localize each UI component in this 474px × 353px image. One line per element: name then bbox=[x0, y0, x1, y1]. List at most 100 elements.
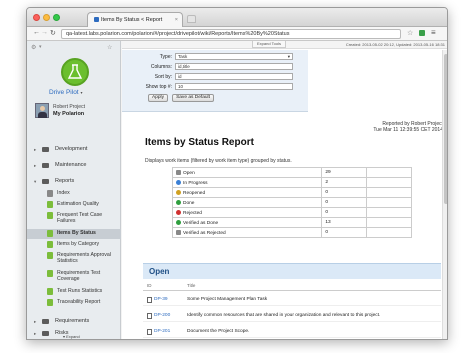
status-label: Verified as Rejected bbox=[183, 230, 226, 236]
status-label: In Progress bbox=[183, 180, 208, 186]
dropdown-arrow-icon[interactable]: ▾ bbox=[39, 44, 42, 50]
close-window-button[interactable] bbox=[33, 14, 40, 21]
project-logo-icon bbox=[61, 58, 89, 86]
apply-button[interactable]: Apply bbox=[148, 94, 168, 102]
pin-icon[interactable]: ☆ bbox=[107, 44, 112, 51]
page-title: Items by Status Report bbox=[145, 137, 254, 148]
sidebar-item-development[interactable]: ▸ Development bbox=[27, 145, 121, 155]
status-row[interactable]: In Progress 2 bbox=[171, 177, 412, 188]
sidebar-item-label: Requirements bbox=[55, 318, 90, 324]
address-bar[interactable]: qa-latest.labs.polarion.com/polarion/#/p… bbox=[61, 29, 401, 39]
forward-icon[interactable]: → bbox=[41, 29, 48, 36]
favicon-icon bbox=[94, 17, 99, 22]
sidebar-item-reports[interactable]: ▾ Reports bbox=[27, 177, 121, 187]
status-row[interactable]: Rejected 0 bbox=[171, 207, 412, 218]
minimize-window-button[interactable] bbox=[43, 14, 50, 21]
sidebar-page-label: Requirements Test Coverage bbox=[57, 270, 101, 282]
created-updated-info: Created: 2013-05-02 20:12, Updated: 2013… bbox=[345, 42, 445, 47]
sidebar-page-label: Test Runs Statistics bbox=[57, 288, 103, 294]
sortby-input[interactable]: id bbox=[175, 73, 293, 80]
report-description: Displays work items (filtered by work it… bbox=[145, 158, 292, 164]
table-row[interactable]: DP-39 Some Project Management Plan Task bbox=[143, 294, 441, 306]
sidebar-page-index[interactable]: Index bbox=[27, 189, 121, 199]
table-row[interactable]: DP-201 Document the Project Scope. bbox=[143, 326, 441, 338]
status-count[interactable]: 0 bbox=[321, 187, 368, 198]
work-item-title[interactable]: Identify common resources that are share… bbox=[187, 313, 380, 318]
user-name: Robert Project bbox=[53, 104, 85, 110]
table-row[interactable]: DP-200 Identify common resources that are… bbox=[143, 310, 441, 322]
status-row[interactable]: Done 0 bbox=[171, 197, 412, 208]
showtop-label: Show top #: bbox=[145, 84, 172, 90]
status-count[interactable]: 0 bbox=[321, 227, 368, 238]
scrollbar-thumb[interactable] bbox=[444, 54, 447, 204]
page-icon bbox=[47, 288, 53, 295]
sidebar-expand-button[interactable]: ▾ Expand bbox=[63, 334, 80, 339]
status-row[interactable]: Verified as Rejected 0 bbox=[171, 227, 412, 238]
sidebar-page-test-runs[interactable]: Test Runs Statistics bbox=[27, 287, 121, 297]
tab-close-icon[interactable]: × bbox=[175, 17, 178, 23]
status-row[interactable]: Verified as Done 13 bbox=[171, 217, 412, 228]
sidebar-page-items-by-category[interactable]: Items by Category bbox=[27, 240, 121, 250]
column-header-title: Title bbox=[187, 283, 196, 288]
bookmark-star-icon[interactable]: ☆ bbox=[407, 29, 413, 37]
status-count[interactable]: 2 bbox=[321, 177, 368, 188]
folder-icon bbox=[42, 319, 49, 324]
status-row[interactable]: Open 29 bbox=[171, 167, 412, 178]
sidebar-page-frequent-failures[interactable]: Frequent Test Case Failures bbox=[27, 211, 121, 228]
status-bar-cell bbox=[366, 207, 412, 218]
status-count[interactable]: 29 bbox=[321, 167, 368, 178]
expand-arrow-icon: ▸ bbox=[34, 319, 37, 324]
status-bar-cell bbox=[366, 177, 412, 188]
menu-icon[interactable]: ≡ bbox=[431, 28, 436, 37]
back-icon[interactable]: ← bbox=[33, 29, 40, 36]
tab-title: Items By Status < Report bbox=[101, 17, 163, 23]
sidebar-page-test-coverage[interactable]: Requirements Test Coverage bbox=[27, 269, 121, 286]
status-cell: Verified as Rejected bbox=[171, 227, 323, 238]
sidebar-item-requirements[interactable]: ▸ Requirements bbox=[27, 317, 121, 327]
settings-gear-icon[interactable]: ⚙ bbox=[31, 44, 36, 51]
work-item-id[interactable]: DP-201 bbox=[154, 329, 170, 334]
expand-arrow-icon: ▸ bbox=[34, 331, 37, 336]
sidebar-item-label: Maintenance bbox=[55, 162, 87, 168]
status-count[interactable]: 13 bbox=[321, 217, 368, 228]
task-icon bbox=[147, 313, 152, 319]
sidebar-page-estimation-quality[interactable]: Estimation Quality bbox=[27, 200, 121, 210]
type-select[interactable]: Task ▾ bbox=[175, 53, 293, 60]
open-section-header: Open bbox=[143, 263, 441, 279]
folder-icon bbox=[42, 163, 49, 168]
status-count[interactable]: 0 bbox=[321, 197, 368, 208]
my-polarion-link[interactable]: My Polarion bbox=[53, 111, 84, 117]
columns-input[interactable]: id,title bbox=[175, 63, 293, 70]
work-item-id[interactable]: DP-200 bbox=[154, 313, 170, 318]
task-icon bbox=[147, 297, 152, 303]
sidebar-page-items-by-status[interactable]: Items By Status bbox=[27, 229, 121, 239]
sidebar-page-traceability[interactable]: Traceability Report bbox=[27, 298, 121, 308]
work-item-title[interactable]: Some Project Management Plan Task bbox=[187, 297, 267, 302]
work-item-title[interactable]: Document the Project Scope. bbox=[187, 329, 249, 334]
sidebar-item-maintenance[interactable]: ▸ Maintenance bbox=[27, 161, 121, 171]
maximize-window-button[interactable] bbox=[53, 14, 60, 21]
sidebar-page-approval-statistics[interactable]: Requirements Approval Statistics bbox=[27, 251, 121, 268]
showtop-input[interactable]: 10 bbox=[175, 83, 293, 90]
status-count[interactable]: 0 bbox=[321, 207, 368, 218]
expand-arrow-icon: ▸ bbox=[34, 147, 37, 152]
status-row[interactable]: Reopened 0 bbox=[171, 187, 412, 198]
status-label: Rejected bbox=[183, 210, 202, 216]
report-meta: Reported by Robert Project Tue Mar 11 12… bbox=[373, 121, 443, 133]
new-tab-button[interactable] bbox=[187, 15, 196, 23]
extension-icon[interactable] bbox=[419, 30, 425, 36]
save-as-default-button[interactable]: Save as Default bbox=[172, 94, 214, 102]
status-bar-cell bbox=[366, 167, 412, 178]
done-icon bbox=[176, 199, 181, 205]
reload-icon[interactable]: ↻ bbox=[50, 29, 56, 37]
sidebar-page-label: Requirements Approval Statistics bbox=[57, 252, 111, 264]
expand-label: Expand bbox=[66, 334, 80, 339]
status-cell: Done bbox=[171, 197, 323, 208]
content-scrollbar[interactable] bbox=[442, 50, 447, 339]
columns-label: Columns: bbox=[150, 64, 172, 70]
expand-tools-button[interactable]: Expand Tools bbox=[252, 41, 286, 48]
browser-tab[interactable]: Items By Status < Report × bbox=[87, 12, 183, 27]
avatar[interactable] bbox=[35, 103, 49, 118]
work-item-id[interactable]: DP-39 bbox=[154, 297, 168, 302]
project-switcher[interactable]: Drive Pilot ▾ bbox=[49, 89, 82, 96]
